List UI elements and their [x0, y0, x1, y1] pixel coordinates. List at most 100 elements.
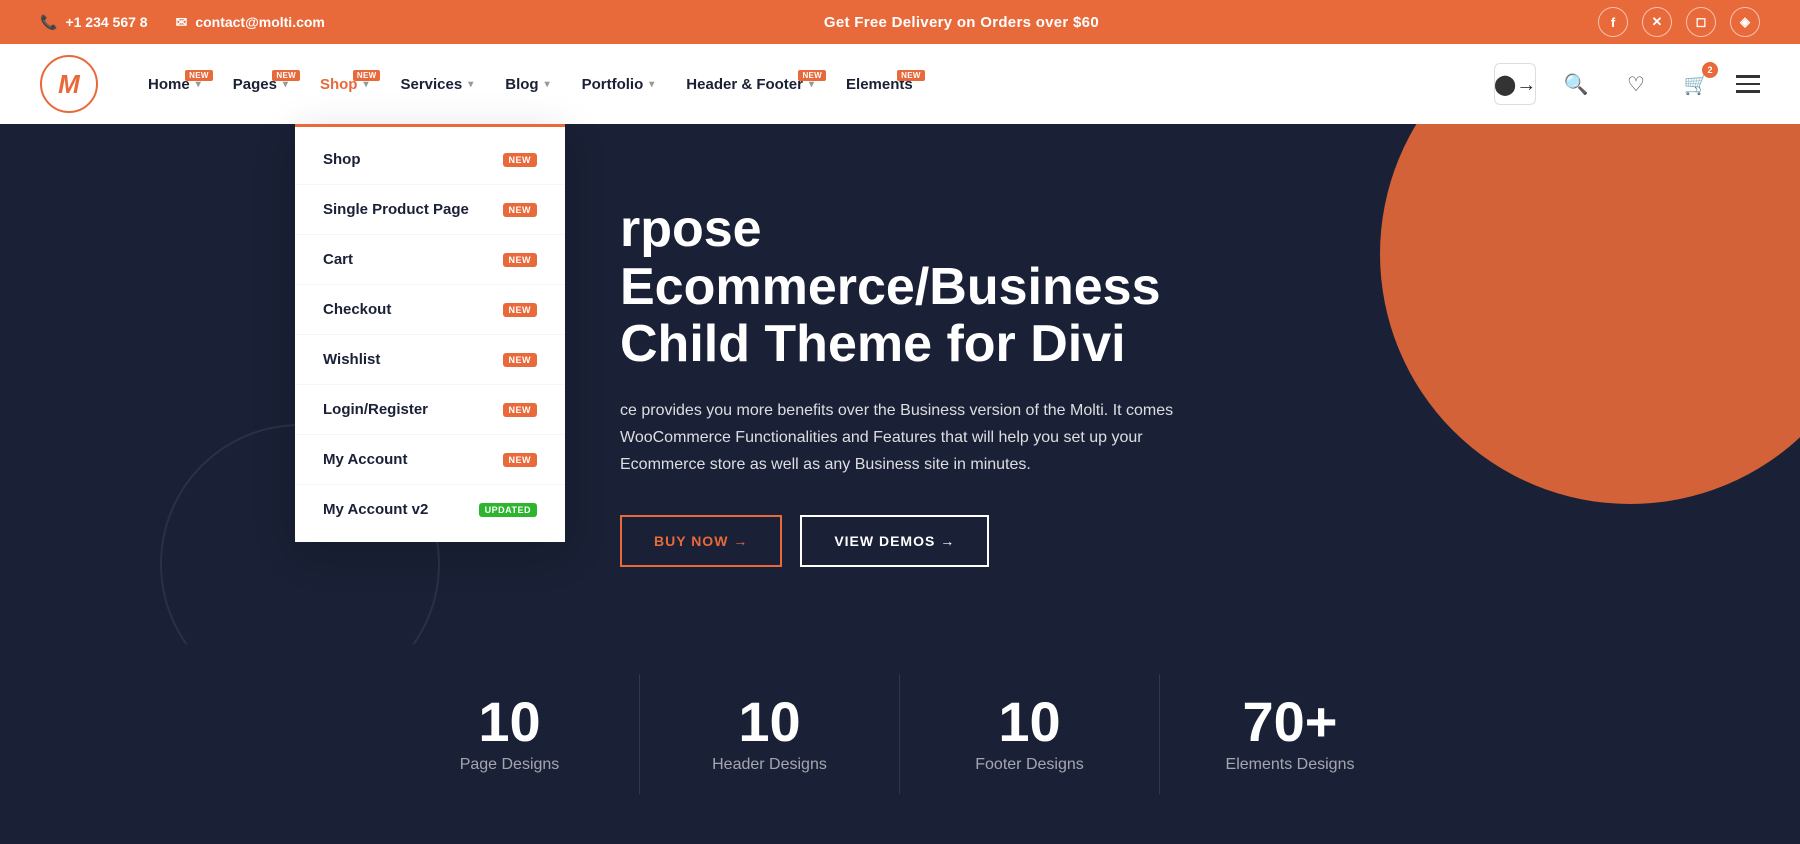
- hero-decorative-circle: [1380, 124, 1800, 504]
- stat-page-designs: 10 Page Designs: [380, 674, 640, 794]
- dropdown-badge-login-register: NEW: [503, 403, 538, 417]
- cart-button[interactable]: 🛒 2: [1676, 64, 1716, 104]
- dropdown-badge-single-product: NEW: [503, 203, 538, 217]
- stat-number-elements: 70+: [1180, 694, 1400, 750]
- email-icon: ✉: [176, 14, 188, 31]
- wishlist-button[interactable]: ♡: [1616, 64, 1656, 104]
- nav-badge-home: NEW: [185, 70, 213, 81]
- stat-label-pages: Page Designs: [400, 756, 619, 774]
- shop-dropdown: Shop NEW Single Product Page NEW Cart NE…: [295, 124, 565, 542]
- nav-item-elements[interactable]: Elements NEW: [832, 68, 927, 101]
- main-header: M Home NEW ▾ Pages NEW ▾ Shop NEW ▾ Serv…: [0, 44, 1800, 124]
- social-links: f ✕ ◻ ◈: [1598, 7, 1760, 37]
- top-bar: 📞 +1 234 567 8 ✉ contact@molti.com Get F…: [0, 0, 1800, 44]
- dropdown-item-shop[interactable]: Shop NEW: [295, 135, 565, 185]
- nav-item-pages[interactable]: Pages NEW ▾: [219, 68, 302, 101]
- phone-icon: 📞: [40, 14, 57, 31]
- view-demos-button[interactable]: VIEW DEMOS →: [800, 515, 989, 567]
- dribbble-icon[interactable]: ◈: [1730, 7, 1760, 37]
- stats-section: 10 Page Designs 10 Header Designs 10 Foo…: [0, 644, 1800, 844]
- heart-icon: ♡: [1627, 72, 1645, 97]
- search-icon: 🔍: [1564, 72, 1589, 97]
- nav-item-services[interactable]: Services ▾: [386, 68, 487, 101]
- stat-number-headers: 10: [660, 694, 879, 750]
- login-button[interactable]: ⬤→: [1494, 63, 1536, 105]
- cart-count: 2: [1702, 62, 1718, 78]
- dropdown-item-single-product[interactable]: Single Product Page NEW: [295, 185, 565, 235]
- dropdown-badge-my-account-v2: UPDATED: [479, 503, 537, 517]
- chevron-down-icon: ▾: [545, 79, 550, 90]
- site-logo[interactable]: M: [40, 55, 98, 113]
- stat-label-elements: Elements Designs: [1180, 756, 1400, 774]
- stat-header-designs: 10 Header Designs: [640, 674, 900, 794]
- facebook-icon[interactable]: f: [1598, 7, 1628, 37]
- stat-number-pages: 10: [400, 694, 619, 750]
- hero-section: rpose Ecommerce/Business Child Theme for…: [0, 124, 1800, 644]
- stat-label-footers: Footer Designs: [920, 756, 1139, 774]
- hero-content: rpose Ecommerce/Business Child Theme for…: [620, 201, 1200, 566]
- hero-buttons: BUY NOW → VIEW DEMOS →: [620, 515, 1200, 567]
- stat-elements-designs: 70+ Elements Designs: [1160, 674, 1420, 794]
- dropdown-badge-wishlist: NEW: [503, 353, 538, 367]
- nav-item-blog[interactable]: Blog ▾: [491, 68, 563, 101]
- dropdown-item-checkout[interactable]: Checkout NEW: [295, 285, 565, 335]
- nav-label-services: Services: [400, 76, 462, 93]
- dropdown-label-login-register: Login/Register: [323, 401, 428, 418]
- nav-label-blog: Blog: [505, 76, 538, 93]
- logo-letter: M: [58, 69, 80, 100]
- phone-number: +1 234 567 8: [65, 14, 147, 30]
- dropdown-item-my-account[interactable]: My Account NEW: [295, 435, 565, 485]
- search-button[interactable]: 🔍: [1556, 64, 1596, 104]
- dropdown-badge-checkout: NEW: [503, 303, 538, 317]
- nav-item-home[interactable]: Home NEW ▾: [134, 68, 215, 101]
- header-wrapper: M Home NEW ▾ Pages NEW ▾ Shop NEW ▾ Serv…: [0, 44, 1800, 124]
- nav-item-header-footer[interactable]: Header & Footer NEW ▾: [672, 68, 828, 101]
- nav-label-portfolio: Portfolio: [582, 76, 644, 93]
- instagram-icon[interactable]: ◻: [1686, 7, 1716, 37]
- nav-label-shop: Shop: [320, 76, 358, 93]
- dropdown-badge-cart: NEW: [503, 253, 538, 267]
- dropdown-label-wishlist: Wishlist: [323, 351, 380, 368]
- nav-label-header-footer: Header & Footer: [686, 76, 803, 93]
- dropdown-label-my-account-v2: My Account v2: [323, 501, 428, 518]
- top-bar-left: 📞 +1 234 567 8 ✉ contact@molti.com: [40, 14, 325, 31]
- email-contact[interactable]: ✉ contact@molti.com: [176, 14, 325, 31]
- nav-item-portfolio[interactable]: Portfolio ▾: [568, 68, 669, 101]
- dropdown-item-wishlist[interactable]: Wishlist NEW: [295, 335, 565, 385]
- hero-title-line1: rpose Ecommerce/Business: [620, 200, 1161, 315]
- stat-number-footers: 10: [920, 694, 1139, 750]
- dropdown-item-my-account-v2[interactable]: My Account v2 UPDATED: [295, 485, 565, 534]
- dropdown-badge-my-account: NEW: [503, 453, 538, 467]
- nav-item-shop[interactable]: Shop NEW ▾: [306, 68, 383, 101]
- hamburger-line-2: [1736, 83, 1760, 86]
- header-actions: ⬤→ 🔍 ♡ 🛒 2: [1494, 63, 1760, 105]
- chevron-down-icon: ▾: [649, 79, 654, 90]
- dropdown-label-shop: Shop: [323, 151, 361, 168]
- hero-title: rpose Ecommerce/Business Child Theme for…: [620, 201, 1200, 373]
- phone-contact[interactable]: 📞 +1 234 567 8: [40, 14, 148, 31]
- email-address: contact@molti.com: [195, 14, 325, 30]
- promo-message: Get Free Delivery on Orders over $60: [824, 14, 1099, 31]
- hamburger-menu[interactable]: [1736, 75, 1760, 93]
- chevron-down-icon: ▾: [468, 79, 473, 90]
- dropdown-item-cart[interactable]: Cart NEW: [295, 235, 565, 285]
- main-nav: Home NEW ▾ Pages NEW ▾ Shop NEW ▾ Servic…: [134, 68, 1494, 101]
- nav-label-home: Home: [148, 76, 190, 93]
- dropdown-label-cart: Cart: [323, 251, 353, 268]
- nav-badge-elements: NEW: [897, 70, 925, 81]
- nav-badge-header-footer: NEW: [798, 70, 826, 81]
- nav-badge-shop: NEW: [353, 70, 381, 81]
- stat-label-headers: Header Designs: [660, 756, 879, 774]
- hero-description: ce provides you more benefits over the B…: [620, 397, 1200, 479]
- twitter-x-icon[interactable]: ✕: [1642, 7, 1672, 37]
- dropdown-item-login-register[interactable]: Login/Register NEW: [295, 385, 565, 435]
- hamburger-line-3: [1736, 90, 1760, 93]
- dropdown-label-checkout: Checkout: [323, 301, 391, 318]
- nav-label-pages: Pages: [233, 76, 277, 93]
- hamburger-line-1: [1736, 75, 1760, 78]
- nav-badge-pages: NEW: [272, 70, 300, 81]
- hero-title-line2: Child Theme for Divi: [620, 315, 1126, 373]
- stat-footer-designs: 10 Footer Designs: [900, 674, 1160, 794]
- buy-now-button[interactable]: BUY NOW →: [620, 515, 782, 567]
- login-icon: ⬤→: [1494, 72, 1536, 97]
